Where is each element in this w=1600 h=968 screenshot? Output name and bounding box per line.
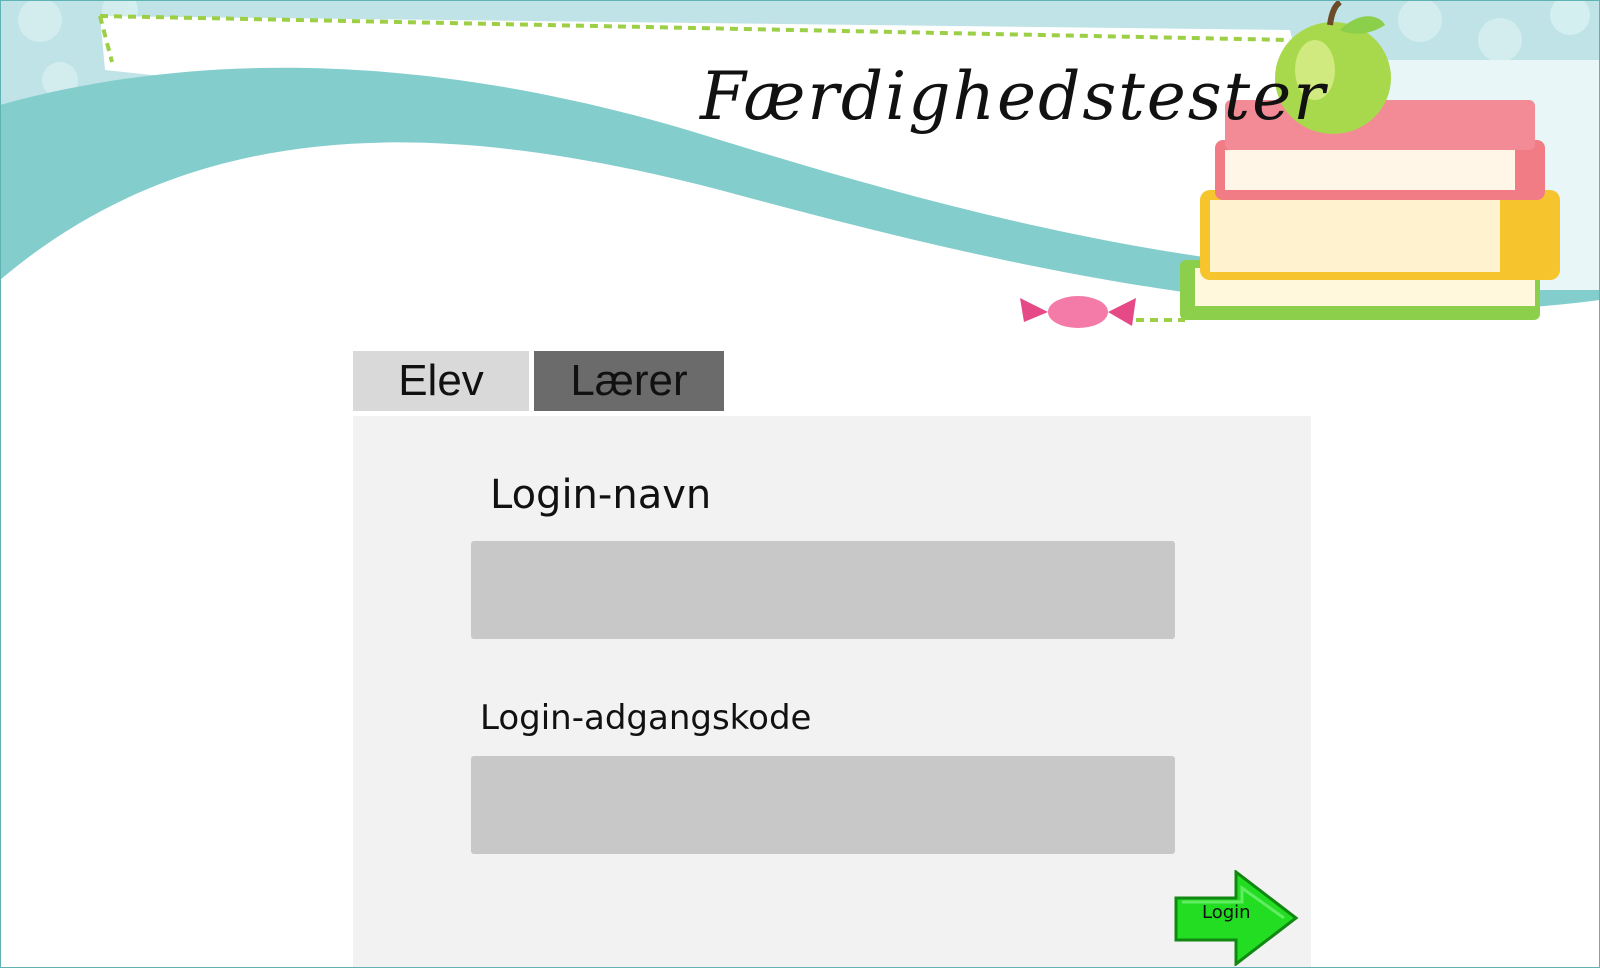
header-illustration (0, 0, 1600, 360)
tab-laerer[interactable]: Lærer (534, 351, 724, 411)
header-banner: Færdighedstester (0, 0, 1600, 360)
username-label: Login-navn (490, 472, 712, 518)
login-label: Login (1202, 902, 1251, 923)
password-label: Login-adgangskode (480, 698, 812, 738)
app-title: Færdighedstester (700, 58, 1327, 135)
tab-elev[interactable]: Elev (353, 351, 529, 411)
login-button[interactable]: Login (1172, 870, 1300, 966)
username-input[interactable] (471, 541, 1175, 639)
password-input[interactable] (471, 756, 1175, 854)
